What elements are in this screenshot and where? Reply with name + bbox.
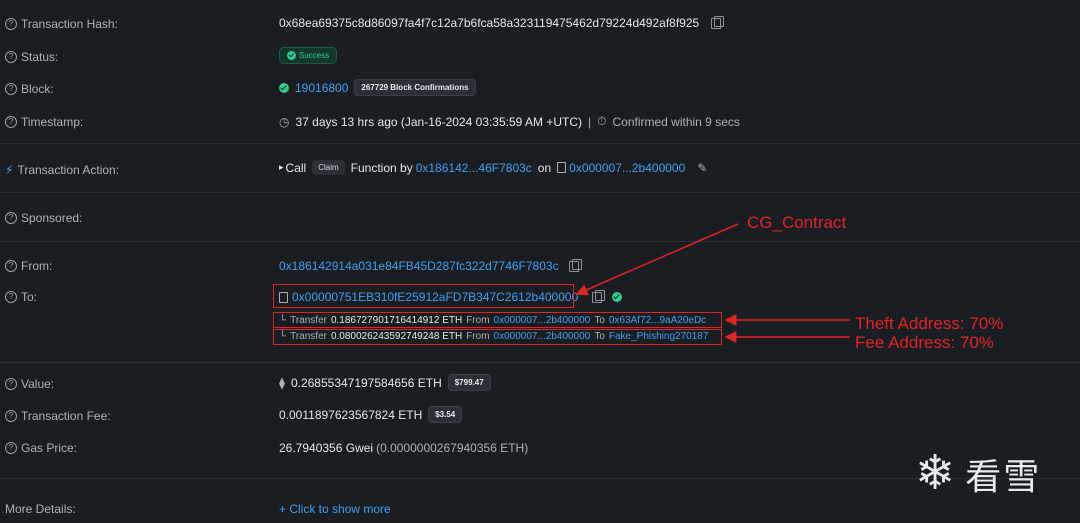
annotation-arrows — [575, 223, 850, 343]
snowflake-icon: ❄ — [915, 447, 956, 500]
watermark-text: 看雪 — [965, 456, 1042, 497]
contract-arrow — [575, 223, 739, 296]
watermark: ❄ 看雪 — [915, 448, 1041, 500]
